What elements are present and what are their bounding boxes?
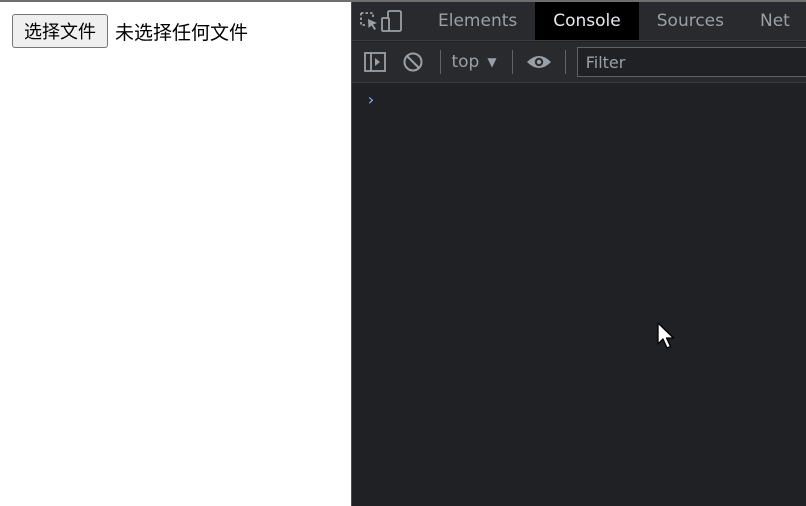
choose-file-button[interactable]: 选择文件 — [12, 14, 108, 48]
toolbar-divider — [439, 50, 441, 74]
mouse-cursor-icon — [657, 322, 675, 349]
console-prompt-icon: › — [366, 90, 376, 109]
clear-console-icon[interactable] — [394, 42, 432, 83]
context-label: top — [451, 52, 480, 72]
tab-console[interactable]: Console — [535, 2, 639, 40]
devtools-panel: Elements Console Sources Net top ▼ Filte… — [351, 2, 806, 506]
live-expression-icon[interactable] — [520, 42, 558, 83]
toolbar-divider — [511, 50, 513, 74]
show-sidebar-icon[interactable] — [356, 42, 394, 83]
device-toolbar-icon[interactable] — [380, 2, 404, 40]
tab-elements[interactable]: Elements — [420, 2, 535, 40]
inspect-element-icon[interactable] — [358, 2, 380, 40]
page-viewport: 选择文件 未选择任何文件 — [0, 2, 351, 506]
devtools-tabbar: Elements Console Sources Net — [352, 2, 806, 41]
toolbar-divider — [564, 50, 566, 74]
tab-sources[interactable]: Sources — [639, 2, 742, 40]
file-status-text: 未选择任何文件 — [115, 21, 249, 44]
console-toolbar: top ▼ — [352, 42, 806, 83]
context-selector[interactable]: top ▼ — [447, 52, 504, 72]
filter-input[interactable] — [576, 47, 806, 77]
dropdown-arrow-icon: ▼ — [487, 55, 497, 69]
console-output[interactable]: › — [352, 84, 806, 506]
file-input[interactable]: 选择文件 未选择任何文件 — [12, 14, 248, 48]
tab-network[interactable]: Net — [742, 2, 806, 40]
